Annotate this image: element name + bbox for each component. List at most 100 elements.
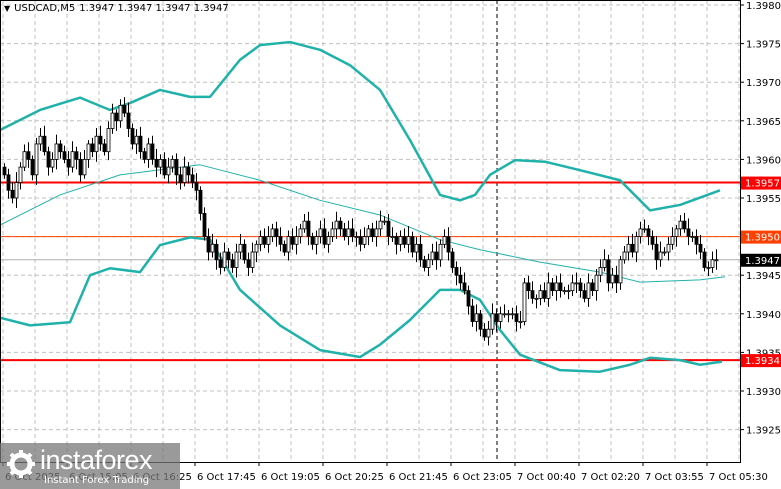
candle-body-bull xyxy=(158,158,163,168)
y-tick-label: 1.3960 xyxy=(746,155,781,166)
candle-body-bear xyxy=(138,135,143,153)
candle xyxy=(522,277,527,326)
candle-body-bear xyxy=(386,220,391,238)
candle xyxy=(602,249,607,272)
dropdown-triangle-icon[interactable]: ▼ xyxy=(4,4,10,13)
candle xyxy=(538,284,543,306)
candle xyxy=(186,162,191,184)
candle xyxy=(710,251,715,273)
candle xyxy=(142,147,147,164)
candle-body-bear xyxy=(26,151,31,160)
candle-body-bull xyxy=(166,166,171,176)
candle xyxy=(342,222,347,241)
candle-body-bull xyxy=(14,182,19,199)
candle xyxy=(210,233,215,258)
candle-body-bear xyxy=(242,243,247,261)
candle-body-bear xyxy=(342,228,347,238)
candle-body-bull xyxy=(314,236,319,245)
candle-body-bear xyxy=(614,274,619,284)
candle-body-bull xyxy=(426,259,431,268)
candle-body-bull xyxy=(18,166,23,183)
candle-body-bear xyxy=(494,313,499,322)
candle-body-bear xyxy=(218,259,223,268)
candle-body-bear xyxy=(654,243,659,261)
candle-body-bull xyxy=(474,313,479,322)
candle-body-bull xyxy=(638,228,643,238)
candle-body-bull xyxy=(438,243,443,261)
candle xyxy=(526,275,531,300)
candle-body-bear xyxy=(458,274,463,284)
candle-body-bull xyxy=(94,135,99,153)
candle xyxy=(634,231,639,263)
candle-body-bull xyxy=(670,236,675,245)
candle-body-bull xyxy=(666,243,671,253)
candle-body-bear xyxy=(150,143,155,160)
candle-body-bear xyxy=(694,236,699,245)
candle-body-bull xyxy=(270,228,275,238)
candle-body-bear xyxy=(142,151,147,160)
candle-body-bear xyxy=(682,220,687,230)
candle-body-bear xyxy=(418,243,423,261)
candle-body-bull xyxy=(546,282,551,299)
candle-body-bear xyxy=(550,282,555,292)
candle-body-bull xyxy=(678,220,683,230)
candle-body-bear xyxy=(186,166,191,176)
candle xyxy=(18,162,23,190)
candle-body-bull xyxy=(286,236,291,253)
candle xyxy=(58,140,63,159)
candle-body-bear xyxy=(102,143,107,153)
candle-body-bull xyxy=(170,158,175,168)
x-tick-label: 6 Oct 23:05 xyxy=(453,472,512,483)
candle xyxy=(10,182,15,204)
candle-body-bull xyxy=(118,104,123,122)
candle-body-bull xyxy=(598,267,603,276)
candle xyxy=(442,229,447,249)
candle-body-bull xyxy=(510,313,515,316)
candle xyxy=(662,247,667,256)
candle-body-bull xyxy=(414,243,419,253)
candle-body-bear xyxy=(282,243,287,253)
candle xyxy=(694,229,699,255)
candle xyxy=(30,155,35,181)
candle xyxy=(174,153,179,185)
y-tick-label: 1.3925 xyxy=(746,426,781,437)
candle xyxy=(182,156,187,187)
candle xyxy=(446,227,451,261)
candle xyxy=(214,239,219,270)
candle-body-bull xyxy=(714,259,719,262)
candle-body-bear xyxy=(646,228,651,238)
candle-body-bear xyxy=(278,236,283,245)
candle xyxy=(434,241,439,270)
candle xyxy=(78,152,83,182)
candle xyxy=(702,248,707,272)
candle xyxy=(550,277,555,297)
x-tick-label: 7 Oct 03:55 xyxy=(645,472,704,483)
candle-body-bear xyxy=(606,259,611,284)
candle-body-bear xyxy=(578,282,583,292)
candle-body-bull xyxy=(442,236,447,245)
bollinger-lower-band xyxy=(0,236,723,373)
plot-frame xyxy=(0,0,741,463)
price-chart[interactable]: 1.3980 1.3975 1.3970 1.3965 1.3960 1.3955 1.39… xyxy=(0,0,781,489)
candle xyxy=(170,155,175,173)
candle-body-bull xyxy=(566,290,571,293)
candle xyxy=(414,237,419,263)
candle-body-bear xyxy=(402,236,407,245)
candle xyxy=(46,146,51,176)
candle-body-bull xyxy=(366,228,371,238)
candle xyxy=(594,269,599,301)
x-tick-label: 7 Oct 00:40 xyxy=(517,472,576,483)
candle-body-bear xyxy=(62,151,67,160)
candle-body-bear xyxy=(482,328,487,338)
candle xyxy=(398,230,403,252)
candle xyxy=(82,150,87,179)
candle-body-bull xyxy=(110,112,115,129)
instaforex-watermark: instaforex Instant Forex Trading xyxy=(0,443,180,489)
candle-body-bull xyxy=(626,243,631,253)
brand-tagline: Instant Forex Trading xyxy=(44,475,150,486)
candle xyxy=(570,274,575,297)
candle xyxy=(226,248,231,269)
candle xyxy=(322,218,327,249)
candle-body-bull xyxy=(106,128,111,153)
candle xyxy=(622,245,627,264)
